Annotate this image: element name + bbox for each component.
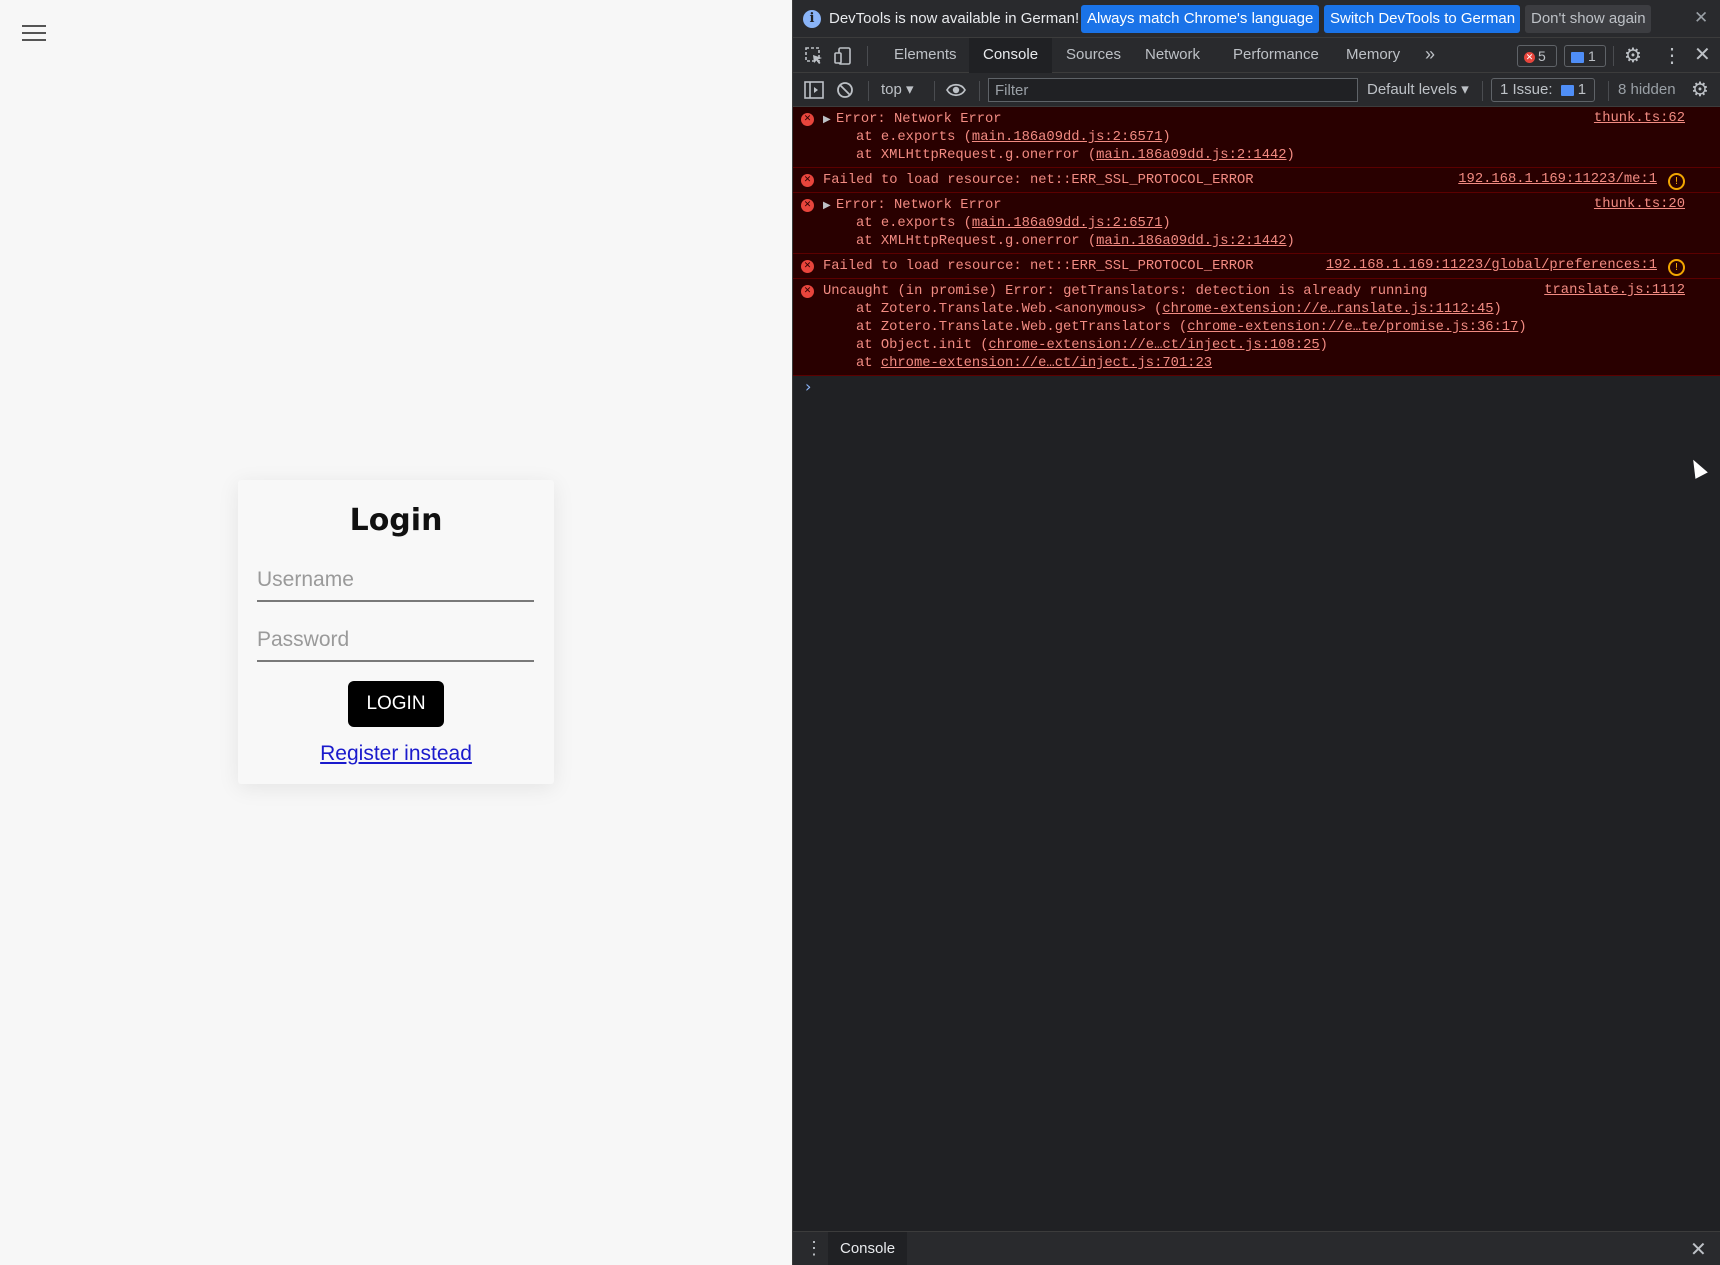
register-link[interactable]: Register instead [238,742,554,766]
web-app: Login LOGIN Register instead [0,0,792,1265]
settings-gear-icon[interactable]: ⚙ [1624,43,1642,68]
message-source-link[interactable]: translate.js:1112 [1544,283,1685,298]
sidebar-toggle-icon[interactable] [803,79,825,101]
expand-triangle-icon[interactable]: ▶ [823,112,836,130]
console-settings-gear-icon[interactable]: ⚙ [1691,77,1709,102]
hamburger-menu-icon[interactable] [22,22,48,44]
tab-memory[interactable]: Memory [1332,38,1414,72]
issues-button[interactable]: 1 Issue: 1 [1491,78,1596,102]
device-toolbar-icon[interactable] [833,45,855,67]
always-match-language-button[interactable]: Always match Chrome's language [1081,5,1319,33]
close-devtools-icon[interactable]: ✕ [1694,42,1711,67]
log-levels-dropdown[interactable]: Default levels ▾ [1367,80,1469,98]
console-messages: ✕ ▶ Error: Network Error at e.exports (ma… [793,107,1720,398]
context-selector[interactable]: top ▾ [881,80,914,98]
close-drawer-icon[interactable]: ✕ [1690,1237,1707,1262]
error-icon: ✕ [1524,51,1535,63]
more-tabs-chevron-icon[interactable]: » [1425,44,1435,65]
stack-link[interactable]: chrome-extension://e…te/promise.js:36:17 [1187,320,1518,335]
console-toolbar: top ▾ Default levels ▾ 1 Issue: 1 8 hidd… [793,73,1720,107]
close-icon[interactable]: ✕ [1694,8,1708,28]
stack-link[interactable]: main.186a09dd.js:2:1442 [1096,234,1286,249]
console-error-message[interactable]: ✕ Failed to load resource: net::ERR_SSL_… [793,254,1720,279]
message-source-link[interactable]: 192.168.1.169:11223/me:1 [1458,172,1657,187]
live-expression-eye-icon[interactable] [946,81,966,99]
switch-to-german-button[interactable]: Switch DevTools to German [1324,5,1520,33]
console-error-message[interactable]: ✕ Failed to load resource: net::ERR_SSL_… [793,168,1720,193]
password-field[interactable] [257,624,534,662]
tab-network[interactable]: Network [1131,38,1214,72]
stack-link[interactable]: main.186a09dd.js:2:6571 [972,216,1162,231]
login-title: Login [349,503,443,538]
issue-icon [1560,84,1574,96]
message-source-link[interactable]: thunk.ts:62 [1594,111,1685,126]
console-error-message[interactable]: ✕ ▶ Error: Network Error at e.exports (ma… [793,193,1720,254]
drawer-tab-console[interactable]: Console [828,1232,908,1265]
inspect-element-icon[interactable] [803,45,825,67]
tab-sources[interactable]: Sources [1052,38,1135,72]
login-card: Login LOGIN Register instead [238,480,554,784]
stack-link[interactable]: main.186a09dd.js:2:6571 [972,130,1162,145]
infobar-message: DevTools is now available in German! [829,10,1080,27]
console-prompt[interactable]: › [793,376,1720,398]
filter-input[interactable] [988,78,1358,102]
error-count-badge[interactable]: ✕ 5 [1517,45,1557,67]
message-count-badge[interactable]: 1 [1564,45,1606,67]
stack-link[interactable]: chrome-extension://e…ranslate.js:1112:45 [1162,302,1493,317]
devtools-panel: i DevTools is now available in German! A… [792,0,1720,1265]
dont-show-again-button[interactable]: Don't show again [1525,5,1651,33]
clear-console-icon[interactable] [834,79,856,101]
tab-elements[interactable]: Elements [880,38,971,72]
more-options-kebab-icon[interactable]: ⋮ [1662,43,1682,68]
devtools-drawer: ⋮ Console ✕ [793,1231,1720,1265]
error-icon: ✕ [801,285,814,298]
mouse-cursor-icon [1687,456,1708,479]
stack-link[interactable]: chrome-extension://e…ct/inject.js:701:23 [881,356,1212,371]
tab-performance[interactable]: Performance [1219,38,1333,72]
network-issue-icon[interactable]: ! [1668,173,1685,190]
tab-console[interactable]: Console [969,38,1053,73]
stack-link[interactable]: main.186a09dd.js:2:1442 [1096,148,1286,163]
info-icon: i [803,10,821,28]
stack-link[interactable]: chrome-extension://e…ct/inject.js:108:25 [988,338,1319,353]
console-error-message[interactable]: ✕ Uncaught (in promise) Error: getTransl… [793,279,1720,376]
username-field[interactable] [257,564,534,602]
message-source-link[interactable]: 192.168.1.169:11223/global/preferences:1 [1326,258,1657,273]
console-error-message[interactable]: ✕ ▶ Error: Network Error at e.exports (ma… [793,107,1720,168]
error-icon: ✕ [801,113,814,126]
error-icon: ✕ [801,174,814,187]
error-icon: ✕ [801,260,814,273]
drawer-kebab-icon[interactable]: ⋮ [805,1238,823,1259]
login-button[interactable]: LOGIN [348,681,444,727]
message-icon [1571,51,1584,63]
expand-triangle-icon[interactable]: ▶ [823,198,836,216]
message-source-link[interactable]: thunk.ts:20 [1594,197,1685,212]
hidden-count: 8 hidden [1618,81,1676,98]
devtools-tabbar: Elements Console Sources Network Perform… [793,38,1720,73]
network-issue-icon[interactable]: ! [1668,259,1685,276]
language-infobar: i DevTools is now available in German! A… [793,0,1720,38]
error-icon: ✕ [801,199,814,212]
